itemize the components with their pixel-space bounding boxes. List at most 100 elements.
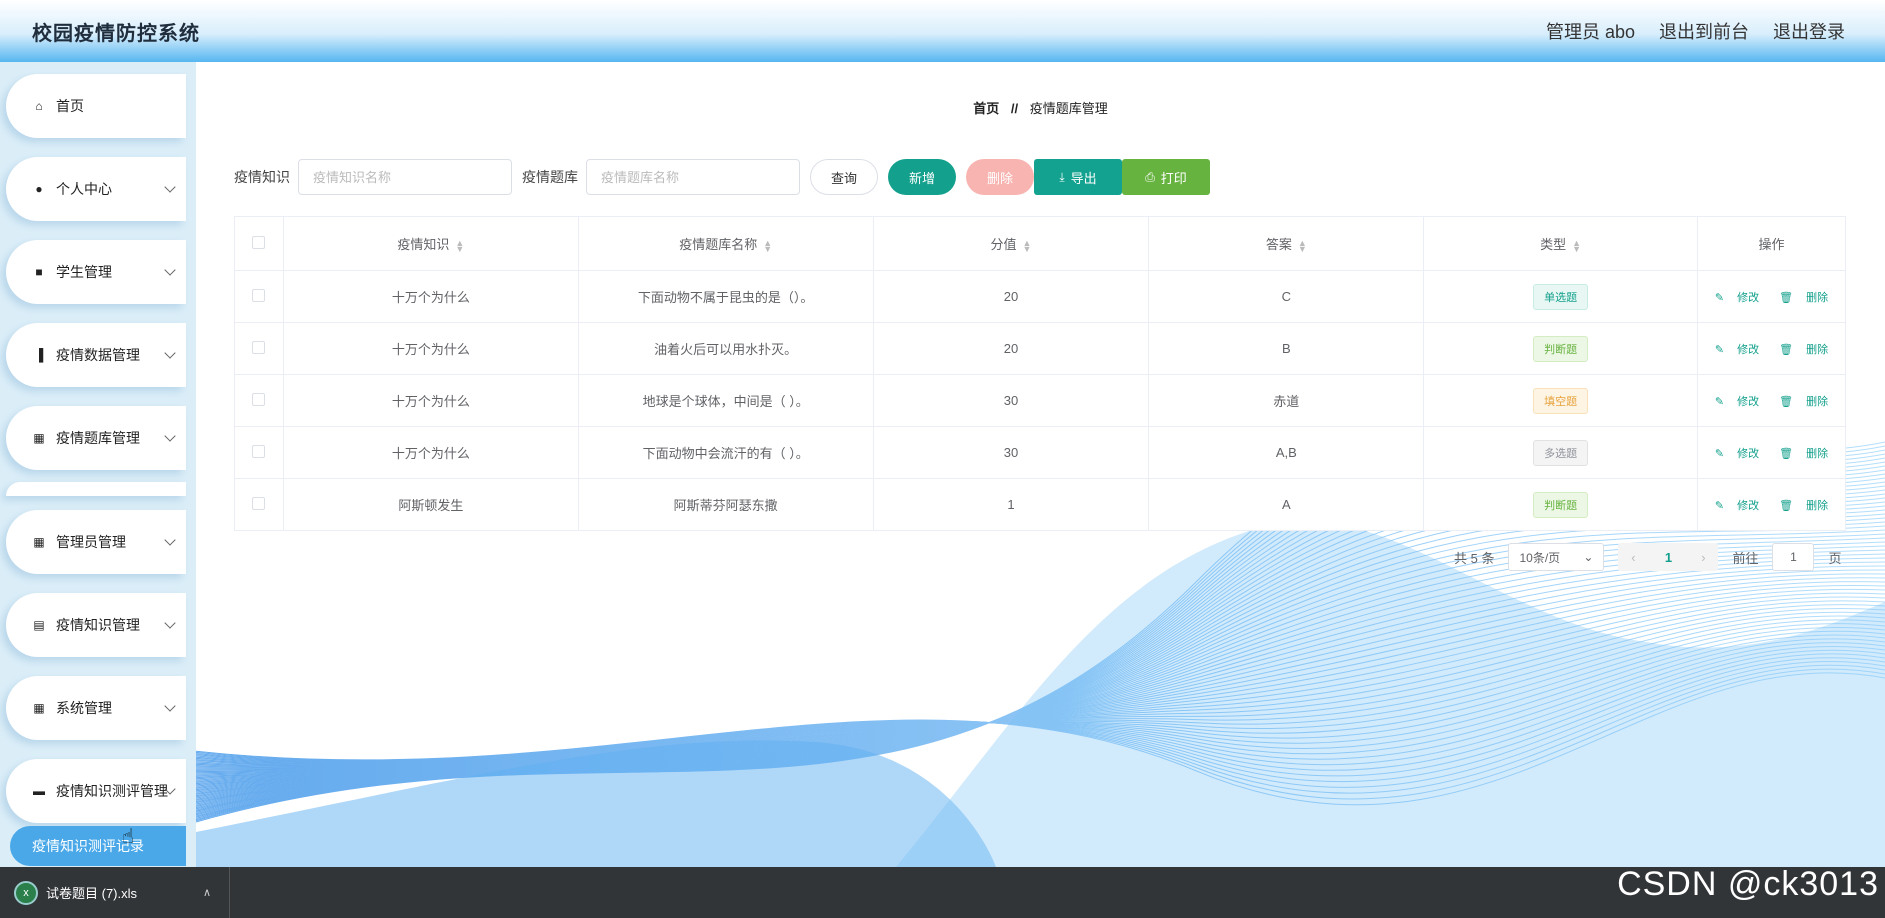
- delete-button[interactable]: 删除: [966, 159, 1034, 195]
- row-checkbox[interactable]: [252, 444, 266, 458]
- delete-action[interactable]: 🗑 删除: [1774, 500, 1833, 512]
- chevron-down-icon: [164, 181, 176, 193]
- edit-label: 修改: [1737, 291, 1760, 304]
- download-item[interactable]: x 试卷题目 (7).xls ∧: [0, 867, 230, 918]
- column-label: 答案: [1265, 237, 1292, 252]
- sidebar-item-partial: [6, 482, 186, 496]
- logout-link[interactable]: 退出登录: [1773, 18, 1845, 44]
- delete-action[interactable]: 🗑 删除: [1774, 344, 1833, 356]
- sidebar-item-home[interactable]: ⌂ 首页: [6, 74, 186, 138]
- cell-knowledge: 十万个为什么: [282, 322, 579, 375]
- sidebar-item-label: 首页: [56, 98, 84, 114]
- sort-icon[interactable]: ▲ ▼: [763, 238, 772, 253]
- page-size-select[interactable]: 10条/页 ⌄: [1508, 543, 1605, 571]
- bank-label: 疫情题库: [522, 169, 578, 185]
- current-page[interactable]: 1: [1648, 550, 1688, 565]
- delete-action[interactable]: 🗑 删除: [1774, 396, 1833, 408]
- main-content: 首页 // 疫情题库管理 疫情知识 疫情题库 查询 新增 删除 ⤓ 导出 ⎙ 打…: [196, 62, 1885, 867]
- print-button[interactable]: ⎙ 打印: [1122, 159, 1210, 195]
- cell-knowledge: 阿斯顿发生: [282, 478, 579, 531]
- knowledge-label: 疫情知识: [234, 169, 290, 185]
- type-tag: 填空题: [1533, 387, 1589, 414]
- sidebar-item-system[interactable]: ▦ 系统管理: [6, 676, 186, 740]
- delete-action[interactable]: 🗑 删除: [1774, 292, 1833, 304]
- header-actions: 管理员 abo 退出到前台 退出登录: [1546, 18, 1845, 44]
- cell-question: 阿斯蒂芬阿瑟东撒: [577, 478, 874, 531]
- chevron-up-icon[interactable]: ∧: [203, 886, 211, 899]
- sidebar-item-epidemic-data[interactable]: ▐ 疫情数据管理: [6, 323, 186, 387]
- sort-icon[interactable]: ▲ ▼: [1023, 238, 1032, 253]
- sidebar-item-students[interactable]: ■ 学生管理: [6, 240, 186, 304]
- delete-label: 删除: [1806, 499, 1829, 512]
- select-all-checkbox[interactable]: [252, 235, 266, 249]
- sidebar-subitem-assessment-records[interactable]: 疫情知识测评记录: [10, 826, 186, 866]
- row-checkbox[interactable]: [252, 288, 266, 302]
- sidebar-item-label: 疫情数据管理: [56, 347, 140, 363]
- edit-action[interactable]: ✎ 修改: [1710, 396, 1764, 408]
- sort-icon[interactable]: ▲ ▼: [455, 238, 464, 253]
- trash-icon: 🗑: [1779, 343, 1797, 356]
- knowledge-search-input[interactable]: [298, 159, 512, 195]
- delete-label: 删除: [1806, 447, 1829, 460]
- column-label: 疫情知识: [397, 237, 450, 252]
- sidebar-item-knowledge[interactable]: ▤ 疫情知识管理: [6, 593, 186, 657]
- type-tag: 单选题: [1533, 283, 1589, 310]
- column-header[interactable]: 疫情题库名称 ▲ ▼: [577, 216, 874, 271]
- breadcrumb-home[interactable]: 首页: [973, 101, 999, 116]
- select-all-cell: [234, 216, 284, 271]
- sort-icon[interactable]: ▲ ▼: [1298, 238, 1307, 253]
- sidebar-item-assessment[interactable]: ▬ 疫情知识测评管理: [6, 759, 186, 823]
- bank-search-input[interactable]: [586, 159, 800, 195]
- row-checkbox[interactable]: [252, 496, 266, 510]
- prev-page-icon[interactable]: ‹: [1618, 550, 1648, 565]
- next-page-icon[interactable]: ›: [1688, 550, 1718, 565]
- watermark: CSDN @ck3013: [1617, 865, 1879, 903]
- user-icon: ●: [35, 182, 43, 196]
- cell-actions: ✎ 修改 🗑 删除: [1697, 478, 1846, 531]
- cell-answer: A,B: [1148, 426, 1425, 479]
- type-tag: 判断题: [1533, 491, 1589, 518]
- home-icon: ⌂: [35, 99, 43, 113]
- column-header[interactable]: 疫情知识 ▲ ▼: [282, 216, 579, 271]
- cell-question: 油着火后可以用水扑灭。: [577, 322, 874, 375]
- goto-page-input[interactable]: 1: [1772, 543, 1815, 571]
- cell-score: 20: [872, 322, 1150, 375]
- back-to-front-link[interactable]: 退出到前台: [1659, 18, 1749, 44]
- cell-actions: ✎ 修改 🗑 删除: [1697, 270, 1846, 323]
- question-table: 疫情知识 ▲ ▼ 疫情题库名称 ▲ ▼ 分值 ▲ ▼ 答案 ▲ ▼ 类型 ▲ ▼ 操作 十万个为什么…: [234, 216, 1846, 531]
- app-title: 校园疫情防控系统: [32, 22, 200, 45]
- delete-action[interactable]: 🗑 删除: [1774, 448, 1833, 460]
- sidebar-item-personal[interactable]: ● 个人中心: [6, 157, 186, 221]
- edit-icon: ✎: [1714, 291, 1728, 304]
- grid-icon: ▦: [33, 535, 45, 549]
- row-checkbox[interactable]: [252, 392, 266, 406]
- column-header[interactable]: 分值 ▲ ▼: [872, 216, 1150, 271]
- sidebar-item-admins[interactable]: ▦ 管理员管理: [6, 510, 186, 574]
- edit-action[interactable]: ✎ 修改: [1710, 344, 1764, 356]
- column-header[interactable]: 答案 ▲ ▼: [1148, 216, 1425, 271]
- add-button[interactable]: 新增: [888, 159, 956, 195]
- download-icon: ⤓: [1059, 169, 1065, 184]
- row-checkbox[interactable]: [252, 340, 266, 354]
- print-label: 打印: [1160, 170, 1187, 186]
- cell-question: 下面动物不属于昆虫的是（）。: [577, 270, 874, 323]
- delete-label: 删除: [1806, 395, 1829, 408]
- export-button[interactable]: ⤓ 导出: [1034, 159, 1122, 195]
- sidebar-item-question-bank[interactable]: ▦ 疫情题库管理: [6, 406, 186, 470]
- table-row: 十万个为什么 下面动物中会流汗的有（ ）。 30 A,B 多选题 ✎ 修改 🗑 删除: [234, 426, 1846, 479]
- edit-action[interactable]: ✎ 修改: [1710, 292, 1764, 304]
- sort-icon[interactable]: ▲ ▼: [1572, 238, 1581, 253]
- query-button[interactable]: 查询: [810, 159, 878, 195]
- edit-action[interactable]: ✎ 修改: [1710, 500, 1764, 512]
- column-header[interactable]: 类型 ▲ ▼: [1423, 216, 1699, 271]
- sidebar-item-label: 学生管理: [56, 264, 112, 280]
- table-row: 十万个为什么 油着火后可以用水扑灭。 20 B 判断题 ✎ 修改 🗑 删除: [234, 322, 1846, 375]
- edit-action[interactable]: ✎ 修改: [1710, 448, 1764, 460]
- edit-icon: ✎: [1714, 343, 1728, 356]
- sidebar-item-label: 个人中心: [56, 181, 112, 197]
- column-label: 操作: [1758, 237, 1785, 252]
- column-label: 疫情题库名称: [679, 237, 758, 252]
- cell-question: 下面动物中会流汗的有（ ）。: [577, 426, 874, 479]
- export-label: 导出: [1070, 170, 1097, 186]
- cell-answer: 赤道: [1148, 374, 1425, 427]
